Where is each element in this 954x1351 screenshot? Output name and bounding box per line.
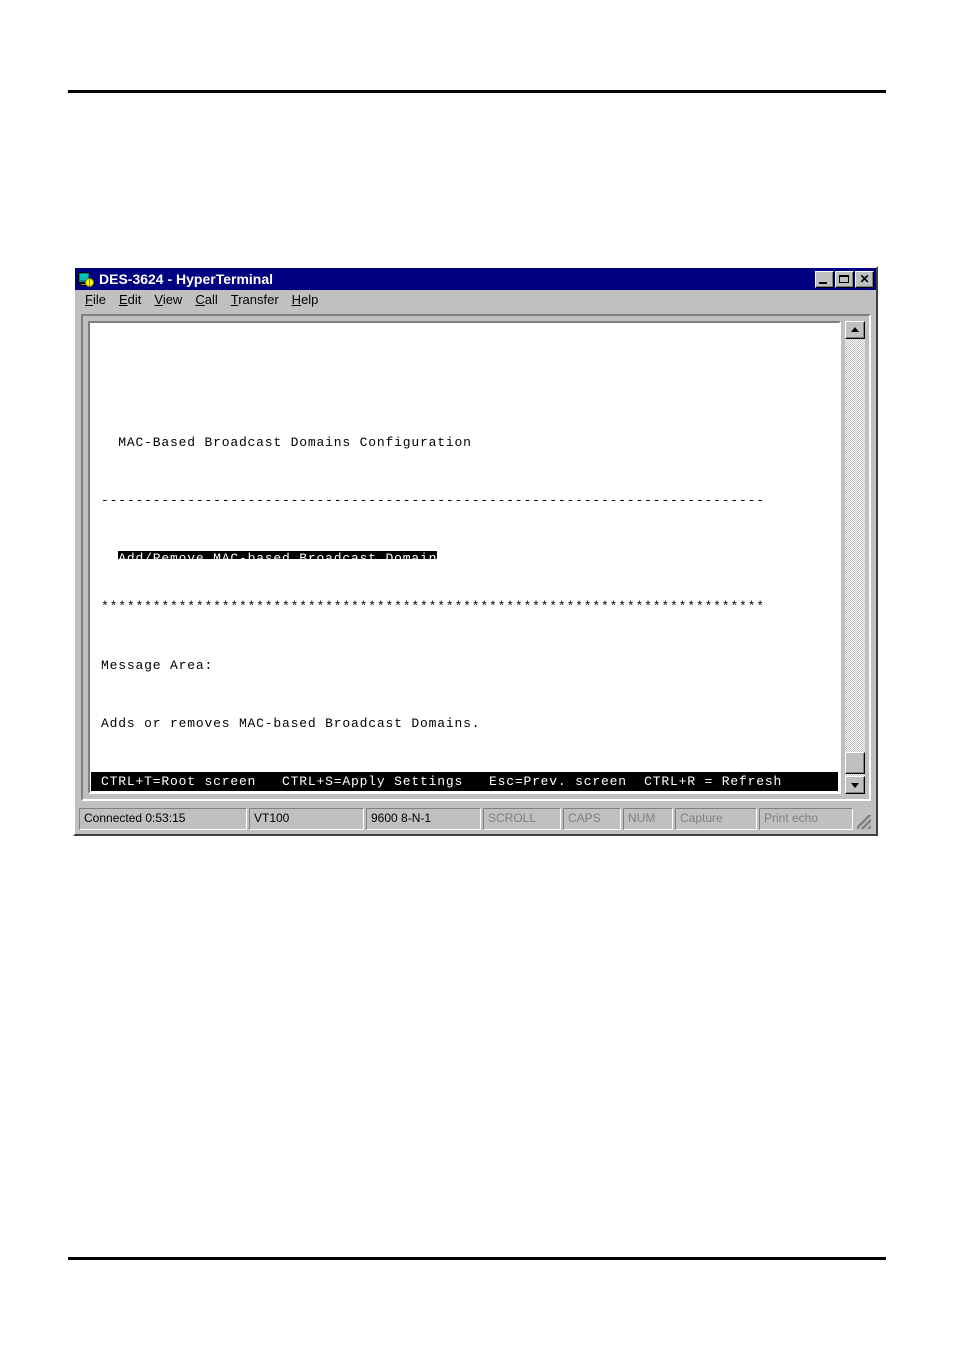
menu-item-help[interactable]: Help <box>286 291 326 309</box>
status-num-indicator: NUM <box>623 808 673 830</box>
terminal-asterisk-rule: ****************************************… <box>101 599 765 615</box>
window-controls: ✕ <box>814 270 874 288</box>
close-button[interactable]: ✕ <box>855 270 874 288</box>
status-connected: Connected 0:53:15 <box>79 808 247 830</box>
scroll-up-arrow-icon[interactable] <box>845 321 865 339</box>
scroll-down-arrow-icon[interactable] <box>845 776 865 794</box>
status-bar: Connected 0:53:15 VT100 9600 8-N-1 SCROL… <box>79 808 872 830</box>
menu-item-edit[interactable]: Edit <box>113 291 148 309</box>
hyperterminal-window: DES-3624 - HyperTerminal ✕ File Edit Vie… <box>73 266 878 836</box>
terminal-message-block: ****************************************… <box>91 558 838 772</box>
menu-item-view[interactable]: View <box>148 291 189 309</box>
terminal-message-area-text: Adds or removes MAC-based Broadcast Doma… <box>101 715 481 731</box>
menu-item-transfer[interactable]: Transfer <box>225 291 286 309</box>
vertical-scrollbar[interactable] <box>845 321 865 794</box>
page-header-rule <box>68 90 886 93</box>
status-capture-indicator: Capture <box>675 808 757 830</box>
status-emulation: VT100 <box>249 808 364 830</box>
hyperterminal-icon <box>78 271 95 288</box>
terminal-panel[interactable]: MAC-Based Broadcast Domains Configuratio… <box>88 321 841 794</box>
terminal-function-key-bar: CTRL+T=Root screen CTRL+S=Apply Settings… <box>91 771 838 791</box>
window-title: DES-3624 - HyperTerminal <box>99 271 274 287</box>
status-scroll-indicator: SCROLL <box>483 808 561 830</box>
page-footer-rule <box>68 1257 886 1260</box>
menu-item-call[interactable]: Call <box>189 291 224 309</box>
terminal-message-area-label: Message Area: <box>101 657 214 673</box>
scrollbar-thumb[interactable] <box>845 752 865 774</box>
menu-bar: File Edit View Call Transfer Help <box>75 290 876 310</box>
terminal-client-area: MAC-Based Broadcast Domains Configuratio… <box>81 314 871 801</box>
minimize-button[interactable] <box>815 270 834 288</box>
terminal-screen-title: MAC-Based Broadcast Domains Configuratio… <box>101 435 472 451</box>
menu-item-file[interactable]: File <box>79 291 113 309</box>
status-line-settings: 9600 8-N-1 <box>366 808 481 830</box>
resize-grip-icon[interactable] <box>855 808 872 830</box>
status-caps-indicator: CAPS <box>563 808 621 830</box>
status-print-echo-indicator: Print echo <box>759 808 853 830</box>
maximize-button[interactable] <box>835 270 854 288</box>
scrollbar-track[interactable] <box>845 339 865 776</box>
title-bar[interactable]: DES-3624 - HyperTerminal ✕ <box>75 268 876 290</box>
terminal-separator-rule: ----------------------------------------… <box>101 493 765 509</box>
